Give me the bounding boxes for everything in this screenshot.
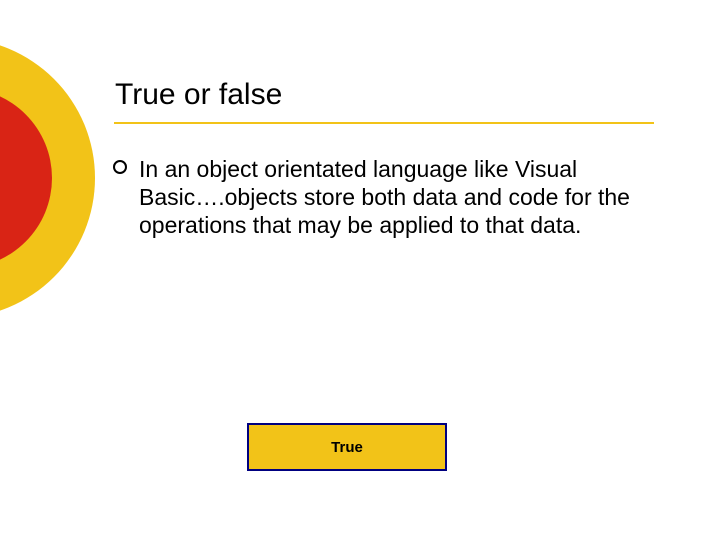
answer-text: True <box>331 439 363 456</box>
bullet-item: In an object orientated language like Vi… <box>113 155 643 239</box>
title-underline <box>114 122 654 124</box>
bullet-text: In an object orientated language like Vi… <box>139 155 643 239</box>
answer-box: True <box>247 423 447 471</box>
bullet-marker-icon <box>113 160 127 174</box>
slide-title: True or false <box>115 78 282 112</box>
